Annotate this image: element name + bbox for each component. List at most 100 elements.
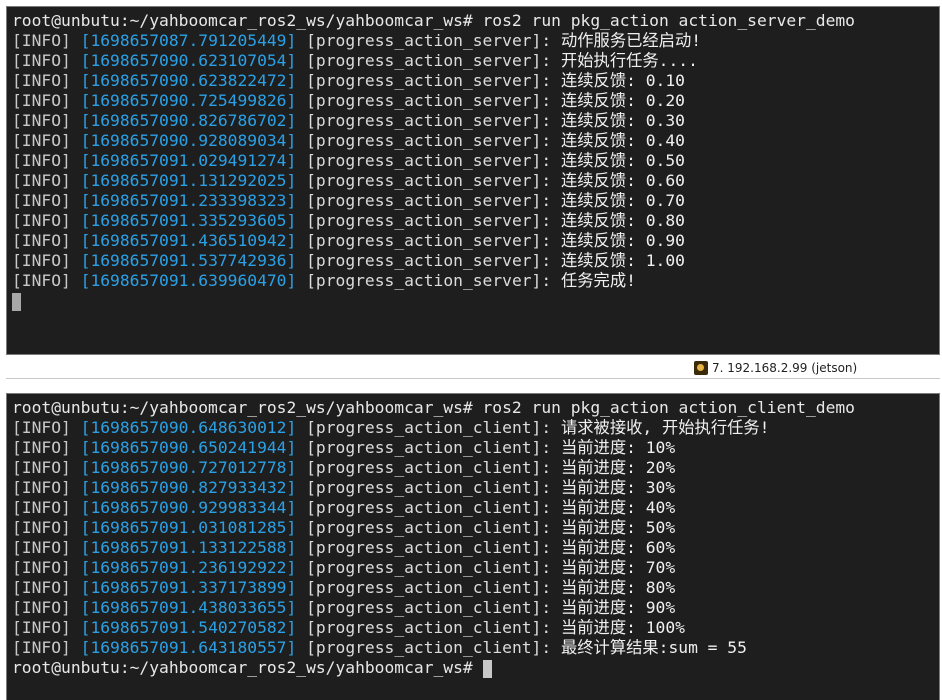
log-level: [INFO] [12,91,71,110]
session-label: 7. 192.168.2.99 (jetson) [712,361,858,375]
pane-divider [0,379,942,393]
log-message: 连续反馈: 0.10 [560,71,685,90]
log-node-name: [progress_action_client]: [306,598,552,617]
log-level: [INFO] [12,31,71,50]
log-node-name: [progress_action_client]: [306,418,552,437]
log-line: [INFO] [1698657091.236192922] [progress_… [12,558,939,578]
log-message: 连续反馈: 0.70 [560,191,685,210]
log-message: 当前进度: 20% [560,458,676,477]
log-level: [INFO] [12,231,71,250]
log-line: [INFO] [1698657091.133122588] [progress_… [12,538,939,558]
log-timestamp: [1698657087.791205449] [80,31,297,50]
log-level: [INFO] [12,638,71,657]
client-terminal-output: root@unbutu:~/yahboomcar_ros2_ws/yahboom… [7,394,939,678]
log-message: 连续反馈: 0.50 [560,151,685,170]
log-timestamp: [1698657090.929983344] [80,498,297,517]
log-node-name: [progress_action_client]: [306,478,552,497]
log-line: [INFO] [1698657091.131292025] [progress_… [12,171,939,191]
log-timestamp: [1698657091.537742936] [80,251,297,270]
log-line: [INFO] [1698657090.623822472] [progress_… [12,71,939,91]
log-level: [INFO] [12,271,71,290]
log-timestamp: [1698657090.623822472] [80,71,297,90]
log-node-name: [progress_action_server]: [306,91,552,110]
log-level: [INFO] [12,498,71,517]
client-command-line: root@unbutu:~/yahboomcar_ros2_ws/yahboom… [12,398,939,418]
log-node-name: [progress_action_client]: [306,538,552,557]
shell-prompt: root@unbutu:~/yahboomcar_ros2_ws/yahboom… [12,11,473,30]
text-cursor [482,659,492,678]
session-status-bar: 7. 192.168.2.99 (jetson) [6,355,940,379]
log-line: [INFO] [1698657091.029491274] [progress_… [12,151,939,171]
log-timestamp: [1698657091.436510942] [80,231,297,250]
log-level: [INFO] [12,478,71,497]
log-line: [INFO] [1698657090.929983344] [progress_… [12,498,939,518]
log-message: 当前进度: 100% [560,618,685,637]
cursor-line [12,291,939,311]
log-timestamp: [1698657090.725499826] [80,91,297,110]
log-line: [INFO] [1698657090.650241944] [progress_… [12,438,939,458]
log-node-name: [progress_action_client]: [306,578,552,597]
log-node-name: [progress_action_server]: [306,251,552,270]
log-node-name: [progress_action_server]: [306,151,552,170]
log-message: 当前进度: 70% [560,558,676,577]
log-level: [INFO] [12,418,71,437]
log-level: [INFO] [12,191,71,210]
log-message: 动作服务已经启动! [560,31,702,50]
log-timestamp: [1698657091.131292025] [80,171,297,190]
shell-prompt: root@unbutu:~/yahboomcar_ros2_ws/yahboom… [12,398,473,417]
log-line: [INFO] [1698657091.335293605] [progress_… [12,211,939,231]
log-message: 最终计算结果:sum = 55 [560,638,747,657]
log-node-name: [progress_action_server]: [306,171,552,190]
log-timestamp: [1698657091.031081285] [80,518,297,537]
log-node-name: [progress_action_server]: [306,71,552,90]
session-tab[interactable]: 7. 192.168.2.99 (jetson) [694,360,857,376]
log-node-name: [progress_action_server]: [306,211,552,230]
log-level: [INFO] [12,71,71,90]
log-message: 当前进度: 50% [560,518,676,537]
log-line: [INFO] [1698657091.540270582] [progress_… [12,618,939,638]
log-message: 连续反馈: 0.60 [560,171,685,190]
log-level: [INFO] [12,251,71,270]
log-timestamp: [1698657091.029491274] [80,151,297,170]
log-timestamp: [1698657091.438033655] [80,598,297,617]
log-timestamp: [1698657090.928089034] [80,131,297,150]
log-message: 连续反馈: 0.30 [560,111,685,130]
log-level: [INFO] [12,51,71,70]
log-node-name: [progress_action_client]: [306,498,552,517]
log-message: 连续反馈: 0.90 [560,231,685,250]
log-line: [INFO] [1698657090.727012778] [progress_… [12,458,939,478]
log-level: [INFO] [12,211,71,230]
shell-command: ros2 run pkg_action action_server_demo [472,11,856,30]
log-message: 当前进度: 40% [560,498,676,517]
log-node-name: [progress_action_server]: [306,231,552,250]
log-level: [INFO] [12,131,71,150]
log-line: [INFO] [1698657090.827933432] [progress_… [12,478,939,498]
log-timestamp: [1698657091.337173899] [80,578,297,597]
client-prompt-line: root@unbutu:~/yahboomcar_ros2_ws/yahboom… [12,658,939,678]
log-message: 任务完成! [560,271,636,290]
log-node-name: [progress_action_server]: [306,31,552,50]
log-timestamp: [1698657091.233398323] [80,191,297,210]
log-node-name: [progress_action_client]: [306,618,552,637]
log-timestamp: [1698657090.648630012] [80,418,297,437]
log-line: [INFO] [1698657090.725499826] [progress_… [12,91,939,111]
log-message: 当前进度: 80% [560,578,676,597]
server-terminal-output: root@unbutu:~/yahboomcar_ros2_ws/yahboom… [7,7,939,311]
log-level: [INFO] [12,111,71,130]
log-node-name: [progress_action_server]: [306,271,552,290]
log-line: [INFO] [1698657091.233398323] [progress_… [12,191,939,211]
log-line: [INFO] [1698657090.623107054] [progress_… [12,51,939,71]
log-message: 当前进度: 90% [560,598,676,617]
log-message: 连续反馈: 0.80 [560,211,685,230]
log-level: [INFO] [12,558,71,577]
log-node-name: [progress_action_client]: [306,458,552,477]
log-message: 当前进度: 30% [560,478,676,497]
log-message: 请求被接收, 开始执行任务! [560,418,770,437]
server-terminal-pane[interactable]: root@unbutu:~/yahboomcar_ros2_ws/yahboom… [6,6,940,355]
log-level: [INFO] [12,618,71,637]
log-message: 当前进度: 10% [560,438,676,457]
log-level: [INFO] [12,438,71,457]
client-terminal-pane[interactable]: root@unbutu:~/yahboomcar_ros2_ws/yahboom… [6,393,940,700]
log-node-name: [progress_action_server]: [306,191,552,210]
log-timestamp: [1698657091.540270582] [80,618,297,637]
